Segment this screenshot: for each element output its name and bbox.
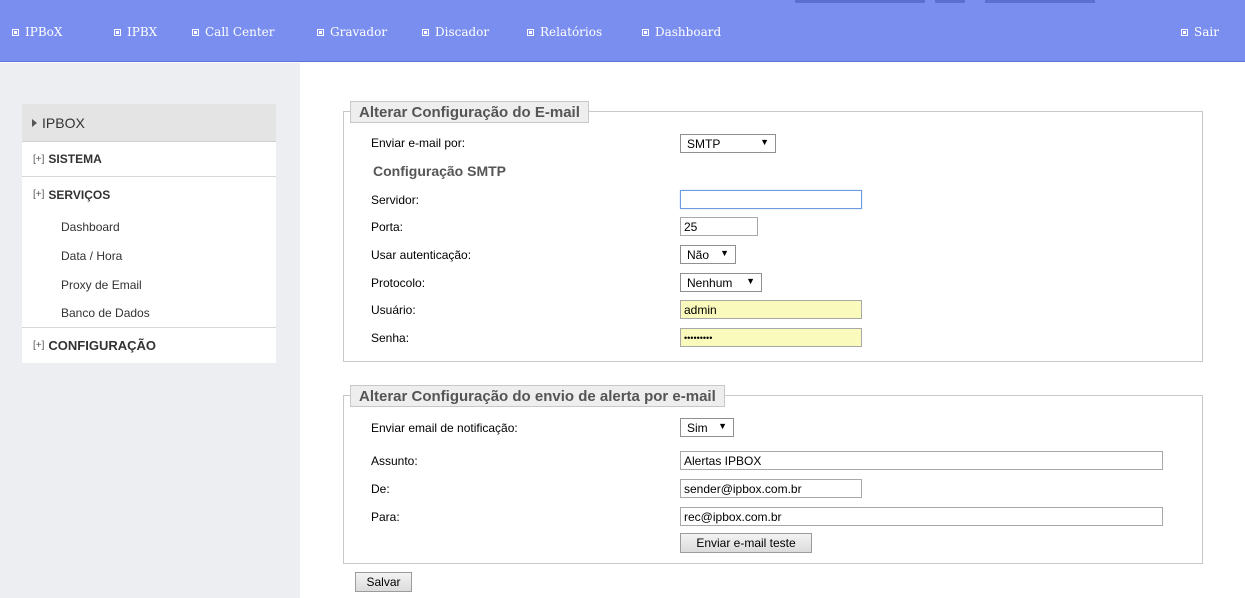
sidebar: IPBOX [+] SISTEMA [+] SERVIÇOS Dashboard…	[0, 63, 300, 598]
send-via-select[interactable]: SMTP ▼	[680, 134, 776, 153]
send-via-label: Enviar e-mail por:	[371, 136, 466, 150]
sidebar-item-configuracao[interactable]: [+] CONFIGURAÇÃO	[22, 328, 276, 363]
bullet-icon	[12, 28, 19, 36]
to-label: Para:	[371, 510, 400, 524]
expand-icon: [+]	[33, 340, 45, 351]
notify-select[interactable]: Sim ▼	[680, 418, 734, 437]
nav-item-discador[interactable]: Discador	[422, 24, 489, 40]
sidebar-header[interactable]: IPBOX	[22, 104, 276, 142]
nav-item-label: IPBX	[127, 25, 158, 39]
auth-label: Usar autenticação:	[371, 248, 472, 262]
auth-select[interactable]: Não ▼	[680, 245, 736, 264]
nav-item-label: Discador	[435, 25, 490, 39]
sidebar-item-sistema[interactable]: [+] SISTEMA	[22, 142, 276, 177]
top-nav-bar: IPBoX IPBX Call Center Gravador Discador…	[0, 0, 1245, 62]
triangle-right-icon	[32, 118, 37, 127]
password-label: Senha:	[371, 331, 410, 345]
bullet-icon	[192, 28, 199, 36]
bullet-icon	[422, 28, 429, 36]
logout-label: Sair	[1194, 25, 1219, 39]
sidebar-menu: IPBOX [+] SISTEMA [+] SERVIÇOS Dashboard…	[22, 104, 276, 363]
nav-accent	[935, 0, 965, 3]
nav-item-dashboard[interactable]: Dashboard	[642, 24, 721, 40]
sidebar-subitem-proxy-email[interactable]: Proxy de Email	[22, 270, 276, 299]
sidebar-subitem-banco-dados[interactable]: Banco de Dados	[22, 299, 276, 328]
smtp-heading: Configuração SMTP	[373, 163, 507, 179]
user-input[interactable]	[680, 300, 862, 319]
protocol-value: Nenhum	[687, 275, 733, 290]
save-button[interactable]: Salvar	[355, 572, 412, 592]
send-via-value: SMTP	[687, 136, 721, 151]
nav-accent	[985, 0, 1095, 3]
server-label: Servidor:	[371, 193, 420, 207]
sidebar-item-label: CONFIGURAÇÃO	[48, 338, 157, 353]
from-label: De:	[371, 482, 390, 496]
protocol-label: Protocolo:	[371, 276, 426, 290]
nav-item-label: Call Center	[205, 25, 275, 39]
nav-item-call-center[interactable]: Call Center	[192, 24, 275, 40]
nav-item-gravador[interactable]: Gravador	[317, 24, 387, 40]
nav-item-label: Dashboard	[655, 25, 722, 39]
bullet-icon	[1181, 28, 1188, 36]
notify-value: Sim	[687, 420, 708, 435]
subject-label: Assunto:	[371, 454, 418, 468]
port-input[interactable]	[680, 217, 758, 236]
dropdown-arrow-icon: ▼	[720, 248, 729, 258]
email-config-legend: Alterar Configuração do E-mail	[350, 101, 589, 123]
alert-config-legend: Alterar Configuração do envio de alerta …	[350, 385, 725, 407]
subject-input[interactable]	[680, 451, 1163, 470]
nav-item-label: Gravador	[330, 25, 388, 39]
nav-item-ipbx[interactable]: IPBX	[114, 24, 157, 40]
dropdown-arrow-icon: ▼	[718, 421, 727, 431]
port-label: Porta:	[371, 220, 404, 234]
notify-label: Enviar email de notificação:	[371, 421, 518, 435]
sidebar-item-label: SISTEMA	[48, 152, 102, 166]
dropdown-arrow-icon: ▼	[746, 276, 755, 286]
sidebar-subitem-data-hora[interactable]: Data / Hora	[22, 241, 276, 270]
expand-icon: [+]	[33, 153, 45, 165]
nav-item-relatorios[interactable]: Relatórios	[527, 24, 602, 40]
nav-item-label: Relatórios	[540, 25, 603, 39]
password-input[interactable]	[680, 328, 862, 347]
nav-item-ipbox[interactable]: IPBoX	[12, 24, 62, 40]
send-test-email-button[interactable]: Enviar e-mail teste	[680, 533, 812, 553]
expand-icon: [+]	[33, 189, 45, 200]
bullet-icon	[317, 28, 324, 36]
auth-value: Não	[687, 247, 710, 262]
user-label: Usuário:	[371, 303, 416, 317]
bullet-icon	[527, 28, 534, 36]
dropdown-arrow-icon: ▼	[760, 137, 769, 147]
to-input[interactable]	[680, 507, 1163, 526]
logout-link[interactable]: Sair	[1181, 24, 1219, 40]
bullet-icon	[642, 28, 649, 36]
bullet-icon	[114, 28, 121, 36]
server-input[interactable]	[680, 190, 862, 209]
nav-item-label: IPBoX	[25, 25, 63, 39]
protocol-select[interactable]: Nenhum ▼	[680, 273, 762, 292]
sidebar-header-label: IPBOX	[42, 114, 85, 131]
sidebar-subitem-dashboard[interactable]: Dashboard	[22, 212, 276, 241]
sidebar-item-label: SERVIÇOS	[48, 187, 111, 202]
from-input[interactable]	[680, 479, 862, 498]
nav-accent	[795, 0, 925, 3]
sidebar-item-servicos[interactable]: [+] SERVIÇOS	[22, 177, 276, 212]
